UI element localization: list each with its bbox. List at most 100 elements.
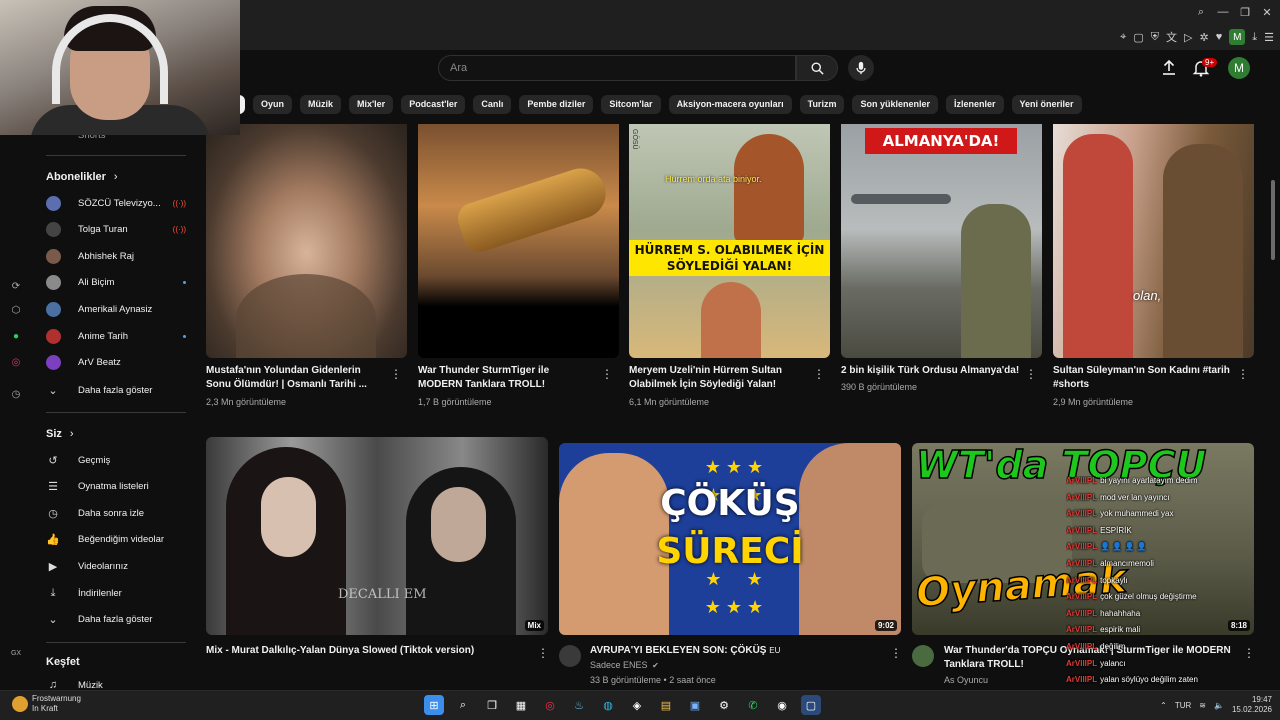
edge-icon[interactable]: ◍	[598, 695, 618, 715]
store-icon[interactable]: ▣	[685, 695, 705, 715]
sidebar-item[interactable]: 👍 Beğendiğim videolar	[46, 530, 186, 550]
video-title[interactable]: War Thunder SturmTiger ile MODERN Tankla…	[418, 364, 593, 392]
more-options-icon[interactable]: ⋮	[813, 367, 825, 381]
settings-icon[interactable]: ⚙	[714, 695, 734, 715]
filter-chip[interactable]: Oyun	[253, 95, 293, 114]
clock[interactable]: 19:47 15.02.2026	[1232, 695, 1272, 715]
subscription-item[interactable]: ArV Beatz	[46, 353, 186, 373]
subscriptions-header[interactable]: Abonelikler ›	[46, 171, 118, 183]
channel-name[interactable]: Sadece ENES ✔	[590, 660, 659, 670]
sidebar-item[interactable]: ⌄ Daha fazla göster	[46, 610, 186, 630]
whatsapp-icon[interactable]: ✆	[743, 695, 763, 715]
translate-icon[interactable]: 文	[1166, 29, 1177, 45]
tray-chevron-icon[interactable]: ⌃	[1160, 701, 1167, 710]
subscription-item[interactable]: Ali Biçim	[46, 273, 186, 293]
cube-icon[interactable]: ⬡	[10, 305, 22, 317]
video-thumbnail[interactable]: ★ ★ ★ ★ ★ ★ ★ ★ ★ ★ ÇÖKÜŞ SÜRECİ 9:02	[559, 443, 901, 635]
video-title[interactable]: Mustafa'nın Yolundan Gidenlerin Sonu Ölü…	[206, 364, 381, 392]
account-avatar[interactable]: M	[1228, 57, 1250, 79]
settings-icon[interactable]: ✲	[1200, 31, 1209, 44]
search-input[interactable]: Ara	[438, 55, 796, 81]
sidebar-item[interactable]: ↺ Geçmiş	[46, 450, 186, 470]
filter-chip[interactable]: Yeni öneriler	[1011, 95, 1082, 114]
instagram-icon[interactable]: ◎	[10, 357, 22, 369]
sidebar-item[interactable]: ♫ Müzik	[46, 675, 186, 690]
restore-icon[interactable]: ❐	[1238, 6, 1252, 19]
steam-icon[interactable]: ♨	[569, 695, 589, 715]
voice-search-button[interactable]	[848, 55, 874, 81]
history-clock-icon[interactable]: ◷	[10, 389, 22, 401]
subscription-item[interactable]: SÖZCÜ Televizyo... ((·))	[46, 193, 186, 213]
filter-chip[interactable]: Sitcom'lar	[601, 95, 661, 114]
filter-chip[interactable]: Turizm	[799, 95, 845, 114]
filter-chip[interactable]: Pembe diziler	[519, 95, 594, 114]
menu-icon[interactable]: ☰	[1264, 31, 1274, 44]
screenshot-icon[interactable]: ▢	[1133, 31, 1143, 44]
task-view-icon[interactable]: ❐	[482, 695, 502, 715]
show-more-subscriptions[interactable]: ⌄ Daha fazla göster	[46, 380, 186, 400]
video-thumbnail[interactable]: Hürrem orda ata biniyor. GÖSÜ HÜRREM S. …	[629, 124, 830, 358]
weather-widget[interactable]: Frostwarnung In Kraft	[12, 694, 81, 714]
subscription-item[interactable]: Tolga Turan ((·))	[46, 220, 186, 240]
channel-name[interactable]: As Oyuncu	[944, 675, 988, 685]
search-button[interactable]	[796, 55, 838, 81]
subscription-item[interactable]: Abhishek Raj	[46, 246, 186, 266]
download-icon[interactable]: ⤓	[1252, 31, 1257, 44]
widgets-icon[interactable]: ▦	[511, 695, 531, 715]
channel-avatar[interactable]	[559, 645, 581, 667]
upload-icon[interactable]	[1160, 59, 1178, 77]
subscription-item[interactable]: Amerikali Aynasiz	[46, 299, 186, 319]
refresh-icon[interactable]: ⟳	[10, 281, 22, 293]
opera-gx-icon[interactable]: ◎	[540, 695, 560, 715]
channel-avatar[interactable]	[912, 645, 934, 667]
sidebar-item[interactable]: ◷ Daha sonra izle	[46, 503, 186, 523]
search-icon[interactable]: ⌕	[453, 695, 473, 715]
wifi-icon[interactable]: ≋	[1199, 701, 1206, 710]
sidebar-item[interactable]: ⤓ İndirilenler	[46, 583, 186, 603]
more-options-icon[interactable]: ⋮	[390, 367, 402, 381]
filter-chip[interactable]: Podcast'ler	[401, 95, 466, 114]
filter-chip[interactable]: Mix'ler	[349, 95, 394, 114]
language-indicator[interactable]: TUR	[1175, 701, 1191, 710]
close-icon[interactable]: ✕	[1260, 6, 1274, 19]
obs-icon[interactable]: ◉	[772, 695, 792, 715]
you-header[interactable]: Siz ›	[46, 428, 74, 440]
video-thumbnail[interactable]	[206, 124, 407, 358]
video-title[interactable]: Meryem Uzeli'nin Hürrem Sultan Olabilmek…	[629, 364, 809, 392]
volume-icon[interactable]: 🔈	[1214, 701, 1224, 710]
heart-icon[interactable]: ♥	[1216, 31, 1223, 43]
video-title[interactable]: Sultan Süleyman'ın Son Kadını #tarih #sh…	[1053, 364, 1233, 392]
video-thumbnail[interactable]: olan,	[1053, 124, 1254, 358]
video-title[interactable]: AVRUPA'YI BEKLEYEN SON: ÇÖKÜŞ EU	[590, 644, 880, 658]
more-options-icon[interactable]: ⋮	[1025, 367, 1037, 381]
shield-icon[interactable]: ⛨	[1151, 31, 1159, 44]
video-thumbnail[interactable]: ALMANYA'DA!	[841, 124, 1042, 358]
more-options-icon[interactable]: ⋮	[601, 367, 613, 381]
sidebar-item[interactable]: ☰ Oynatma listeleri	[46, 477, 186, 497]
search-icon[interactable]: ⌕	[1194, 6, 1208, 19]
filter-chip[interactable]: İzlenenler	[945, 95, 1004, 114]
filter-chip[interactable]: Son yüklenenler	[852, 95, 938, 114]
app-active-icon[interactable]: ▢	[801, 695, 821, 715]
filter-chip[interactable]: Müzik	[300, 95, 342, 114]
subscription-item[interactable]: Anime Tarih	[46, 326, 186, 346]
browser-profile-avatar[interactable]: M	[1229, 29, 1246, 45]
more-options-icon[interactable]: ⋮	[537, 646, 549, 660]
video-title[interactable]: 2 bin kişilik Türk Ordusu Almanya'da!	[841, 364, 1021, 378]
whatsapp-icon[interactable]: ●	[10, 331, 22, 343]
video-thumbnail[interactable]	[418, 124, 619, 358]
file-explorer-icon[interactable]: ▤	[656, 695, 676, 715]
more-options-icon[interactable]: ⋮	[1237, 367, 1249, 381]
page-scrollbar[interactable]	[1271, 180, 1275, 260]
app-icon[interactable]: ◈	[627, 695, 647, 715]
sidebar-item[interactable]: ▶ Videolarınız	[46, 556, 186, 576]
video-thumbnail[interactable]: DECALLI EM Mix	[206, 437, 548, 635]
play-icon[interactable]: ▷	[1184, 31, 1192, 44]
pin-icon[interactable]: ⌖	[1120, 31, 1126, 44]
minimize-icon[interactable]: —	[1216, 6, 1230, 19]
more-options-icon[interactable]: ⋮	[890, 646, 902, 660]
video-title[interactable]: Mix - Murat Dalkılıç-Yalan Dünya Slowed …	[206, 644, 526, 658]
windows-start-icon[interactable]: ⊞	[424, 695, 444, 715]
filter-chip[interactable]: Aksiyon-macera oyunları	[668, 95, 792, 114]
filter-chip[interactable]: Canlı	[473, 95, 512, 114]
